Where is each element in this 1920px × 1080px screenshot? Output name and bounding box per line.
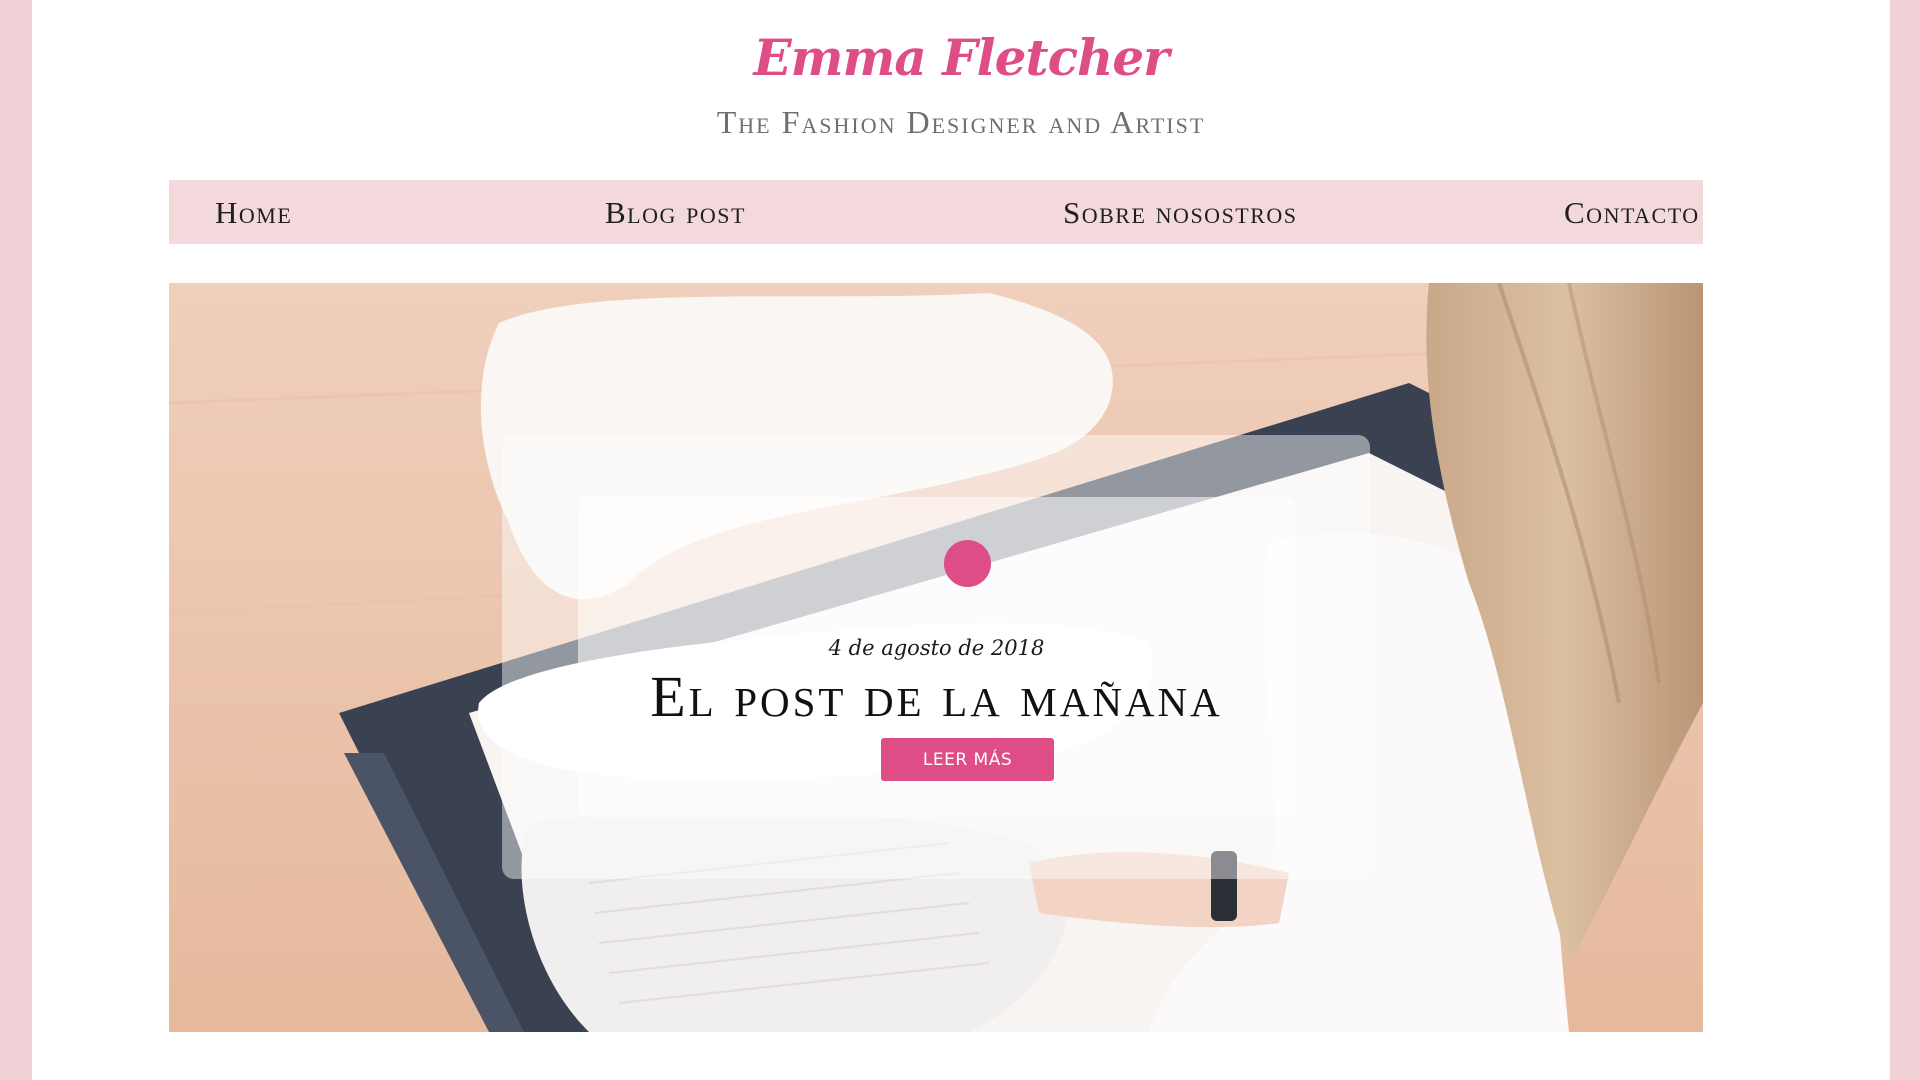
post-date: 4 de agosto de 2018	[828, 636, 1045, 660]
nav-item-blog-post[interactable]: Blog post	[605, 180, 746, 244]
nav-item-home[interactable]: Home	[215, 180, 292, 244]
site-title[interactable]: Emma Fletcher	[32, 28, 1890, 87]
post-title[interactable]: El post de la mañana	[578, 663, 1295, 730]
accent-dot-icon	[944, 540, 991, 587]
page: Emma Fletcher The Fashion Designer and A…	[32, 0, 1890, 1080]
main-nav: Home Blog post Sobre nosostros Contacto	[169, 180, 1703, 244]
read-more-button[interactable]: LEER MÁS	[881, 738, 1054, 781]
nav-item-contacto[interactable]: Contacto	[1564, 180, 1700, 244]
nav-item-sobre-nosostros[interactable]: Sobre nosostros	[1063, 180, 1298, 244]
site-tagline: The Fashion Designer and Artist	[716, 104, 1206, 140]
hero-slide: 4 de agosto de 2018 El post de la mañana…	[169, 283, 1703, 1032]
